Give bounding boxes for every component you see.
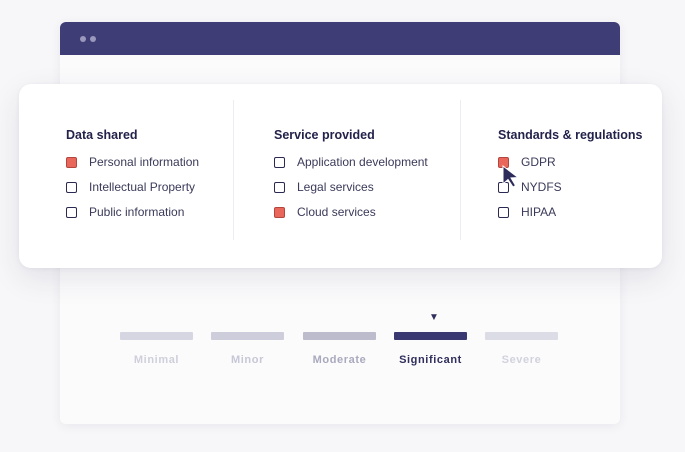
column-divider	[233, 100, 234, 240]
checkbox[interactable]	[66, 182, 77, 193]
checkbox[interactable]	[66, 207, 77, 218]
service-provided-title: Service provided	[274, 128, 375, 142]
checkbox[interactable]	[274, 182, 285, 193]
standards-regulations-title: Standards & regulations	[498, 128, 643, 142]
filter-card: Data shared Personal information Intelle…	[19, 84, 662, 268]
scale-bar-minimal[interactable]	[120, 332, 193, 340]
checkbox[interactable]	[66, 157, 77, 168]
checkbox[interactable]	[274, 157, 285, 168]
window-dot-icon	[90, 36, 96, 42]
option-label: GDPR	[521, 155, 556, 169]
option-label: Intellectual Property	[89, 180, 196, 194]
option-label: Cloud services	[297, 205, 376, 219]
scale-bar-minor[interactable]	[211, 332, 284, 340]
pointer-cursor-icon	[502, 165, 520, 188]
scale-bar-significant[interactable]	[394, 332, 467, 340]
checkbox[interactable]	[274, 207, 285, 218]
scale-bar-moderate[interactable]	[303, 332, 376, 340]
option-label: NYDFS	[521, 180, 562, 194]
option-label: Legal services	[297, 180, 374, 194]
column-divider	[460, 100, 461, 240]
scale-label-minimal: Minimal	[133, 354, 180, 366]
option-label: Personal information	[89, 155, 200, 169]
scale-label-significant: Significant	[399, 354, 462, 366]
option-label: Application development	[297, 155, 428, 169]
triangle-down-icon: ▼	[429, 312, 439, 323]
scale-bar-severe[interactable]	[485, 332, 558, 340]
scale-label-minor: Minor	[231, 354, 264, 366]
window-titlebar	[60, 22, 620, 55]
window-dot-icon	[80, 36, 86, 42]
scale-label-severe: Severe	[501, 354, 542, 366]
checkbox[interactable]	[498, 207, 509, 218]
option-label: HIPAA	[521, 205, 557, 219]
option-label: Public information	[89, 205, 185, 219]
data-shared-title: Data shared	[66, 128, 138, 142]
scale-label-moderate: Moderate	[312, 354, 367, 366]
